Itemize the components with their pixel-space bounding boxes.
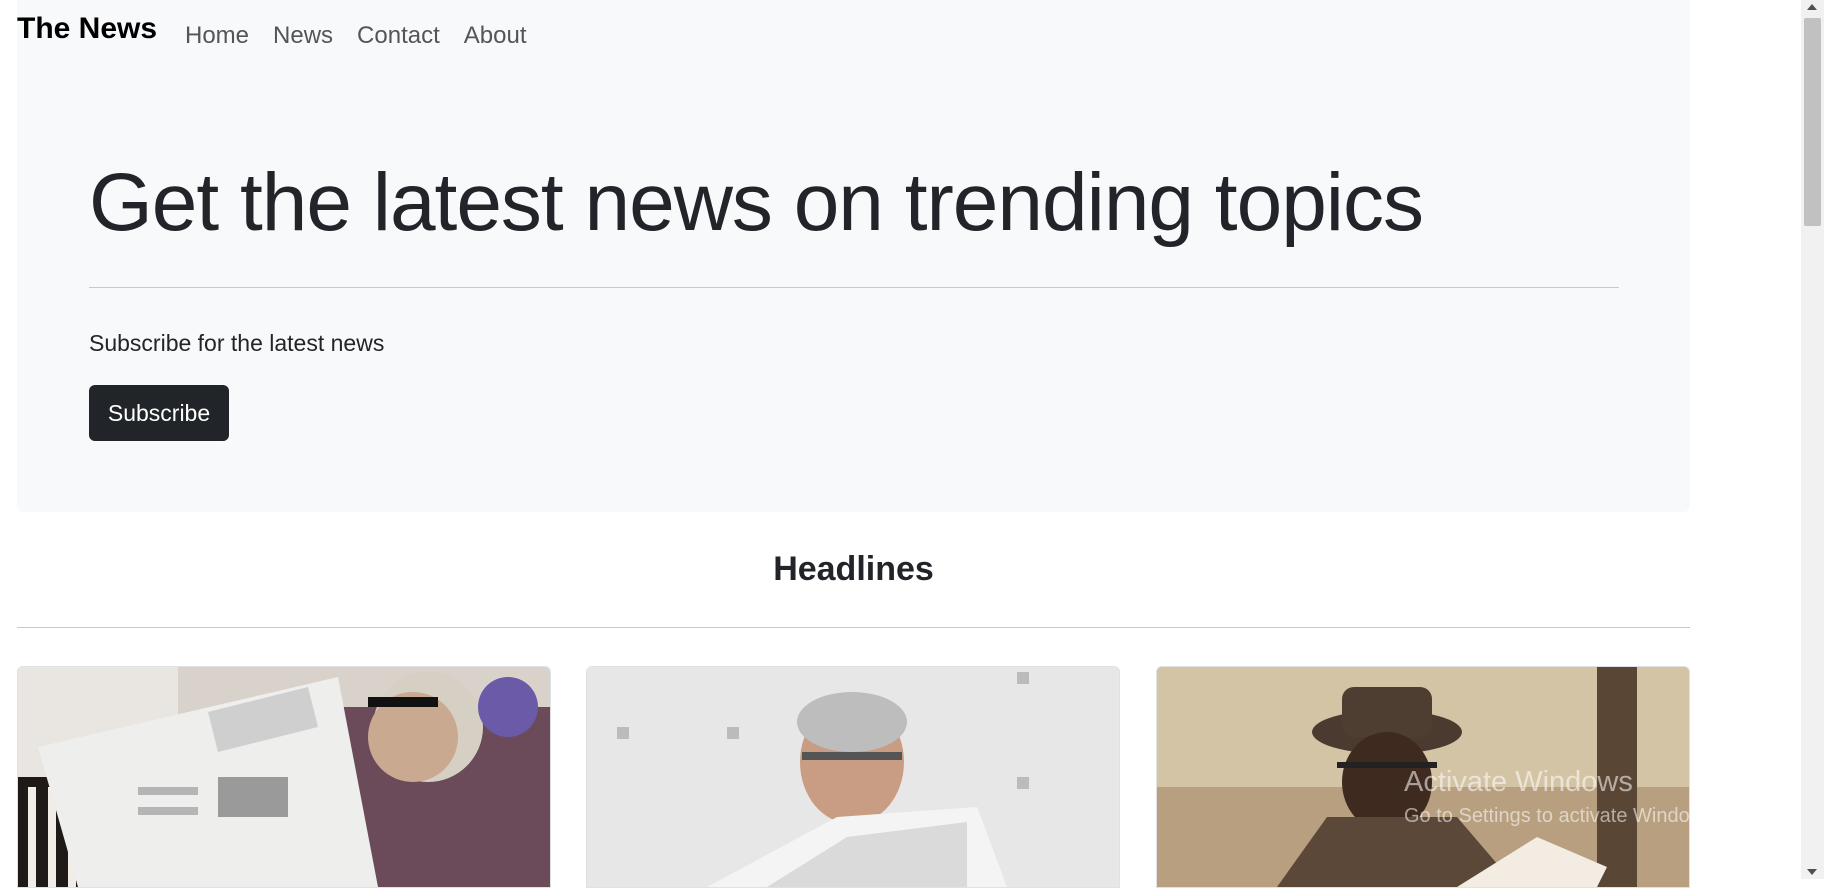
page: The News Home News Contact About Get the… bbox=[17, 0, 1690, 888]
hero-title: Get the latest news on trending topics bbox=[89, 157, 1424, 248]
hero-text: Subscribe for the latest news bbox=[89, 330, 385, 356]
nav-link-about[interactable]: About bbox=[464, 22, 527, 50]
headline-card[interactable] bbox=[1156, 666, 1690, 888]
vertical-scrollbar[interactable] bbox=[1801, 0, 1824, 879]
man-reading-newspaper-photo bbox=[18, 667, 550, 887]
man-in-hat-reading-newspaper-photo bbox=[1157, 667, 1689, 887]
subscribe-button[interactable]: Subscribe bbox=[89, 385, 229, 441]
nav-links: Home News Contact About bbox=[185, 22, 550, 50]
scroll-thumb[interactable] bbox=[1804, 18, 1821, 226]
man-with-glasses-reading-newspaper-photo bbox=[587, 667, 1119, 887]
brand-logo[interactable]: The News bbox=[17, 12, 157, 46]
nav-link-home[interactable]: Home bbox=[185, 22, 249, 50]
scroll-up-arrow-icon[interactable] bbox=[1807, 4, 1817, 10]
nav-link-contact[interactable]: Contact bbox=[357, 22, 440, 50]
navbar: The News Home News Contact About bbox=[17, 0, 1690, 80]
hero-section: Get the latest news on trending topics S… bbox=[17, 80, 1690, 512]
headline-cards bbox=[17, 666, 1690, 888]
nav-link-news[interactable]: News bbox=[273, 22, 333, 50]
headline-card[interactable] bbox=[17, 666, 551, 888]
headline-card[interactable] bbox=[586, 666, 1120, 888]
headlines-divider bbox=[17, 627, 1690, 628]
hero-divider bbox=[89, 287, 1619, 288]
headlines-title: Headlines bbox=[773, 550, 934, 588]
scroll-down-arrow-icon[interactable] bbox=[1807, 869, 1817, 875]
